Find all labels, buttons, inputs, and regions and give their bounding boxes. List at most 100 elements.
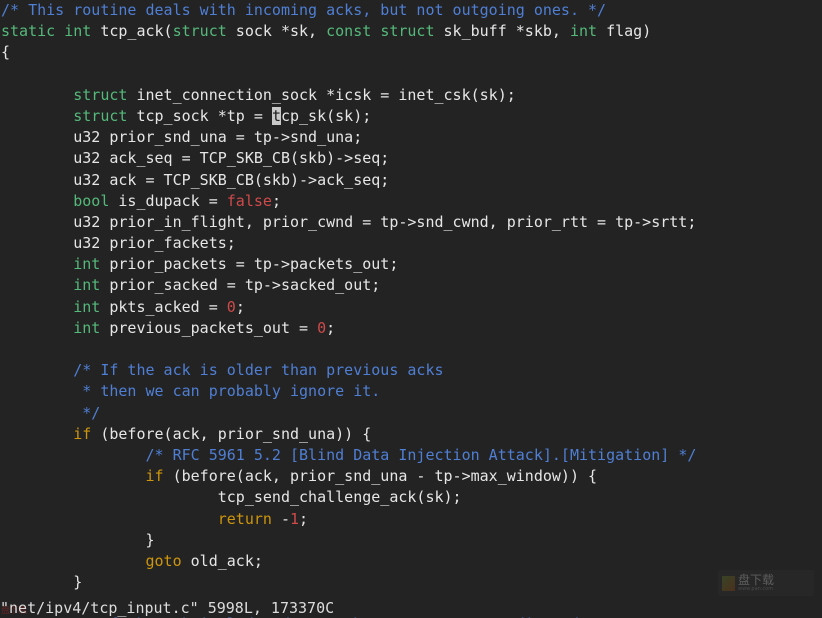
code-token: u32 prior_snd_una = tp->snd_una;: [1, 128, 363, 147]
code-token: {: [1, 43, 11, 62]
code-token: 0: [317, 318, 327, 337]
code-line[interactable]: int previous_packets_out = 0;: [1, 318, 822, 339]
code-line[interactable]: int pkts_acked = 0;: [1, 297, 822, 318]
code-token: ;: [326, 318, 336, 337]
code-token: prior_packets = tp->packets_out;: [100, 255, 399, 274]
code-line[interactable]: {: [1, 42, 822, 63]
code-token: -: [271, 509, 290, 528]
code-token: (before(ack, prior_snd_una - tp->max_win…: [163, 467, 598, 486]
code-token: int: [73, 255, 101, 274]
code-token: cp_sk(sk);: [280, 106, 372, 125]
code-token: flag): [597, 22, 652, 41]
code-token: /* If the ack is older than previous ack…: [73, 361, 444, 380]
code-line[interactable]: int prior_packets = tp->packets_out;: [1, 254, 822, 275]
code-token: int: [569, 22, 598, 41]
watermark-mark-icon: [722, 575, 735, 591]
code-token: * then we can probably ignore it.: [82, 382, 381, 401]
watermark-text-stack: 盘下载 www.pan.com: [738, 574, 774, 592]
code-line[interactable]: * then we can probably ignore it.: [1, 381, 822, 402]
code-line[interactable]: [1, 64, 822, 85]
code-token: u32 ack = TCP_SKB_CB(skb)->ack_seq;: [1, 170, 390, 189]
code-line[interactable]: struct tcp_sock *tp = tcp_sk(sk);: [1, 106, 822, 127]
code-line[interactable]: return -1;: [1, 509, 822, 530]
code-line[interactable]: */: [1, 403, 822, 424]
code-token: if: [73, 424, 92, 443]
code-token: inet_connection_sock *icsk = inet_csk(sk…: [127, 85, 516, 104]
code-line[interactable]: int prior_sacked = tp->sacked_out;: [1, 275, 822, 296]
code-token: const: [326, 22, 372, 41]
code-line[interactable]: tcp_send_challenge_ack(sk);: [1, 487, 822, 508]
code-line[interactable]: }: [1, 572, 822, 593]
code-token: is_dupack =: [109, 191, 227, 210]
code-token: return: [217, 509, 272, 528]
code-token: previous_packets_out =: [100, 318, 318, 337]
code-token: if: [145, 467, 164, 486]
code-token: sk_buff *skb,: [434, 22, 570, 41]
code-token: prior_sacked = tp->sacked_out;: [100, 276, 381, 295]
code-token: int: [73, 318, 101, 337]
code-token: */: [82, 403, 101, 422]
watermark-title: 盘下载: [738, 573, 775, 588]
code-token: struct: [73, 106, 128, 125]
code-line[interactable]: if (before(ack, prior_snd_una - tp->max_…: [1, 466, 822, 487]
code-line[interactable]: /* If the ack is older than previous ack…: [1, 360, 822, 381]
code-token: ;: [235, 297, 245, 316]
code-line[interactable]: if (before(ack, prior_snd_una)) {: [1, 424, 822, 445]
code-line[interactable]: u32 prior_snd_una = tp->snd_una;: [1, 127, 822, 148]
code-token: /* This routine deals with incoming acks…: [1, 1, 607, 19]
code-token: struct: [172, 22, 227, 41]
code-line[interactable]: static int tcp_ack(struct sock *sk, cons…: [1, 21, 822, 42]
code-token: 0: [226, 297, 236, 316]
code-buffer[interactable]: /* This routine deals with incoming acks…: [0, 0, 822, 618]
code-line[interactable]: u32 ack_seq = TCP_SKB_CB(skb)->seq;: [1, 148, 822, 169]
code-token: tcp_sock *tp =: [127, 106, 272, 125]
code-token: (before(ack, prior_snd_una)) {: [91, 424, 372, 443]
code-token: tcp_send_challenge_ack(sk);: [1, 488, 462, 507]
code-line[interactable]: }: [1, 530, 822, 551]
code-line[interactable]: u32 prior_fackets;: [1, 233, 822, 254]
code-line[interactable]: [1, 339, 822, 360]
code-line[interactable]: struct inet_connection_sock *icsk = inet…: [1, 85, 822, 106]
code-line[interactable]: bool is_dupack = false;: [1, 191, 822, 212]
code-line[interactable]: u32 prior_in_flight, prior_cwnd = tp->sn…: [1, 212, 822, 233]
vim-terminal-window[interactable]: /* This routine deals with incoming acks…: [0, 0, 822, 618]
code-line[interactable]: goto old_ack;: [1, 551, 822, 572]
code-token: }: [1, 530, 155, 549]
code-token: u32 prior_fackets;: [1, 234, 236, 253]
code-token: struct: [380, 22, 435, 41]
code-token: tcp_ack(: [91, 22, 173, 41]
watermark-subtitle: www.pan.com: [738, 585, 774, 592]
code-token: bool: [73, 191, 110, 210]
code-token: /* RFC 5961 5.2 [Blind Data Injection At…: [145, 445, 697, 464]
code-token: static: [1, 22, 56, 41]
code-token: ;: [271, 191, 281, 210]
code-token: }: [1, 573, 83, 592]
code-token: old_ack;: [181, 551, 263, 570]
code-token: ;: [299, 509, 309, 528]
code-token: 1: [290, 509, 300, 528]
code-token: struct: [73, 85, 128, 104]
block-cursor: t: [271, 106, 281, 125]
code-line[interactable]: u32 ack = TCP_SKB_CB(skb)->ack_seq;: [1, 170, 822, 191]
code-line[interactable]: /* This routine deals with incoming acks…: [1, 0, 822, 21]
code-token: u32 ack_seq = TCP_SKB_CB(skb)->seq;: [1, 149, 390, 168]
code-token: int: [64, 22, 92, 41]
code-token: int: [73, 276, 101, 295]
code-line[interactable]: /* RFC 5961 5.2 [Blind Data Injection At…: [1, 445, 822, 466]
vim-status-line: "net/ipv4/tcp_input.c" 5998L, 173370C: [0, 599, 335, 617]
